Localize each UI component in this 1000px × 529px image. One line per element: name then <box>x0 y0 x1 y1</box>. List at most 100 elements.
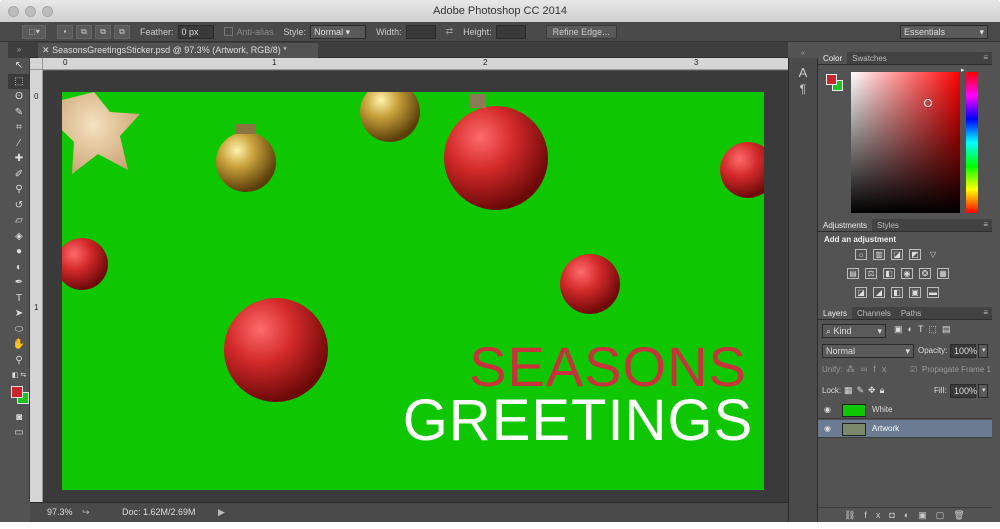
layer-row-white[interactable]: ◉ White <box>818 401 992 419</box>
antialias-checkbox[interactable] <box>223 27 233 36</box>
add-selection-icon[interactable]: ⧉ <box>76 24 92 39</box>
zoom-tool-icon[interactable]: ⚲ <box>8 353 30 369</box>
marquee-preset-icon[interactable]: ⬚▾ <box>22 24 46 39</box>
eraser-tool-icon[interactable]: ▱ <box>8 213 30 229</box>
black-white-icon[interactable]: ◧ <box>883 268 895 279</box>
opacity-input[interactable]: 100% <box>950 344 977 358</box>
layers-footer-icons[interactable]: ⛓fx◘◐▣▢🗑︎ <box>818 507 992 522</box>
refine-edge-button[interactable]: Refine Edge... <box>545 24 617 39</box>
brightness-contrast-icon[interactable]: ☼ <box>855 249 867 260</box>
adjustments-menu-icon[interactable]: ≡ <box>983 220 988 229</box>
blur-tool-icon[interactable]: ● <box>8 244 30 260</box>
layer-filter-kind-select[interactable]: ⌕ Kind ▾ <box>822 324 886 338</box>
propagate-checkbox[interactable]: ☑ <box>910 365 917 374</box>
color-field[interactable] <box>851 72 960 213</box>
eyedropper-tool-icon[interactable]: ⁄ <box>8 136 30 152</box>
style-select[interactable]: Normal ▾ <box>310 24 367 39</box>
quick-mask-icon[interactable]: ◙ <box>8 410 30 426</box>
document-tab[interactable]: ✕ SeasonsGreetingsSticker.psd @ 97.3% (A… <box>38 43 318 58</box>
rectangular-marquee-tool-icon[interactable]: ⬚ <box>8 73 30 89</box>
intersect-selection-icon[interactable]: ⧉ <box>114 24 130 39</box>
move-tool-icon[interactable]: ↖ <box>8 58 30 74</box>
color-balance-icon[interactable]: ⚖ <box>865 268 877 279</box>
screen-mode-icon[interactable]: ▭ <box>8 425 30 441</box>
document-canvas[interactable]: SEASONS GREETINGS <box>62 92 764 490</box>
tab-color[interactable]: Color <box>818 52 848 64</box>
fill-dropdown-icon[interactable]: ▾ <box>978 384 988 398</box>
vibrance-icon[interactable]: ▽ <box>927 250 939 261</box>
levels-icon[interactable]: ▥ <box>873 249 885 260</box>
path-selection-tool-icon[interactable]: ➤ <box>8 306 30 322</box>
color-picker-cursor[interactable] <box>924 99 932 107</box>
posterize-icon[interactable]: ◢ <box>873 287 885 298</box>
horizontal-ruler: 0 1 2 3 <box>43 58 788 70</box>
height-input[interactable] <box>495 24 526 39</box>
layer-visibility-eye-icon[interactable]: ◉ <box>824 401 831 419</box>
photo-filter-icon[interactable]: ◉ <box>901 268 913 279</box>
feather-input[interactable]: 0 px <box>177 24 214 39</box>
hue-saturation-icon[interactable]: ▤ <box>847 268 859 279</box>
unify-icons[interactable]: ⁂∞fx <box>846 364 892 375</box>
threshold-icon[interactable]: ◧ <box>891 287 903 298</box>
lock-icons[interactable]: ▦✎✥🔒︎ <box>844 385 888 396</box>
adjustments-panel-tabs: Adjustments Styles <box>818 219 992 232</box>
tab-adjustments[interactable]: Adjustments <box>818 219 873 231</box>
fill-input[interactable]: 100% <box>950 384 977 398</box>
layer-row-artwork[interactable]: ◉ Artwork <box>818 420 992 438</box>
tab-channels[interactable]: Channels <box>852 307 896 319</box>
width-input[interactable] <box>405 24 436 39</box>
ruler-h-tick-0: 0 <box>63 58 68 67</box>
brush-tool-icon[interactable]: ✐ <box>8 167 30 183</box>
ellipse-tool-icon[interactable]: ⬭ <box>8 322 30 338</box>
hue-slider[interactable] <box>966 72 978 213</box>
channel-mixer-icon[interactable]: ❂ <box>919 268 931 279</box>
tab-styles[interactable]: Styles <box>872 219 904 231</box>
tab-layers[interactable]: Layers <box>818 307 853 319</box>
ruler-origin[interactable] <box>30 58 43 70</box>
zoom-level[interactable]: 97.3% <box>47 503 73 521</box>
tab-close-icon[interactable]: ✕ <box>42 45 50 55</box>
export-icon[interactable]: ↪ <box>82 503 90 521</box>
invert-icon[interactable]: ◪ <box>855 287 867 298</box>
crop-tool-icon[interactable]: ⌗ <box>8 120 30 136</box>
default-colors-icon[interactable]: ◧ ⇆ <box>8 368 30 384</box>
zoom-window-button[interactable] <box>42 6 53 17</box>
hue-slider-handle-icon[interactable]: ▸ <box>961 66 965 74</box>
layers-menu-icon[interactable]: ≡ <box>983 308 988 317</box>
color-panel-menu-icon[interactable]: ≡ <box>983 53 988 62</box>
blend-mode-select[interactable]: Normal ▾ <box>822 344 914 358</box>
paragraph-panel-icon[interactable]: ¶ <box>789 82 817 96</box>
dodge-tool-icon[interactable]: ◐ <box>8 260 30 276</box>
close-window-button[interactable] <box>8 6 19 17</box>
color-fg-swatch[interactable] <box>826 74 837 85</box>
type-tool-icon[interactable]: T <box>8 291 30 307</box>
color-lookup-icon[interactable]: ▦ <box>937 268 949 279</box>
tab-paths[interactable]: Paths <box>896 307 926 319</box>
swap-dimensions-icon[interactable]: ⇄ <box>446 26 454 37</box>
lasso-tool-icon[interactable]: ʘ <box>8 89 30 105</box>
subtract-selection-icon[interactable]: ⧉ <box>95 24 111 39</box>
gradient-map-icon[interactable]: ▬ <box>927 287 939 298</box>
workspace-select[interactable]: Essentials ▾ <box>900 24 988 39</box>
layer-filter-icons[interactable]: ▣◐T⬚▤ <box>894 324 955 335</box>
dock-collapse-icon[interactable]: « <box>789 50 817 57</box>
quick-selection-tool-icon[interactable]: ✎ <box>8 105 30 121</box>
opacity-dropdown-icon[interactable]: ▾ <box>978 344 988 358</box>
foreground-color-swatch[interactable] <box>11 385 23 398</box>
clone-stamp-tool-icon[interactable]: ⚲ <box>8 182 30 198</box>
hand-tool-icon[interactable]: ✋ <box>8 337 30 353</box>
spot-healing-tool-icon[interactable]: ✚ <box>8 151 30 167</box>
new-selection-icon[interactable]: ▪ <box>57 24 73 39</box>
history-brush-tool-icon[interactable]: ↺ <box>8 198 30 214</box>
layer-visibility-eye-icon[interactable]: ◉ <box>824 420 831 438</box>
selective-color-icon[interactable]: ▣ <box>909 287 921 298</box>
minimize-window-button[interactable] <box>25 6 36 17</box>
toolbar-collapse-icon[interactable]: » <box>8 42 30 58</box>
exposure-icon[interactable]: ◩ <box>909 249 921 260</box>
character-panel-icon[interactable]: A <box>789 65 817 80</box>
curves-icon[interactable]: ◪ <box>891 249 903 260</box>
pen-tool-icon[interactable]: ✒ <box>8 275 30 291</box>
paint-bucket-tool-icon[interactable]: ◈ <box>8 229 30 245</box>
status-menu-icon[interactable]: ▶ <box>218 503 225 521</box>
tab-swatches[interactable]: Swatches <box>847 52 892 64</box>
